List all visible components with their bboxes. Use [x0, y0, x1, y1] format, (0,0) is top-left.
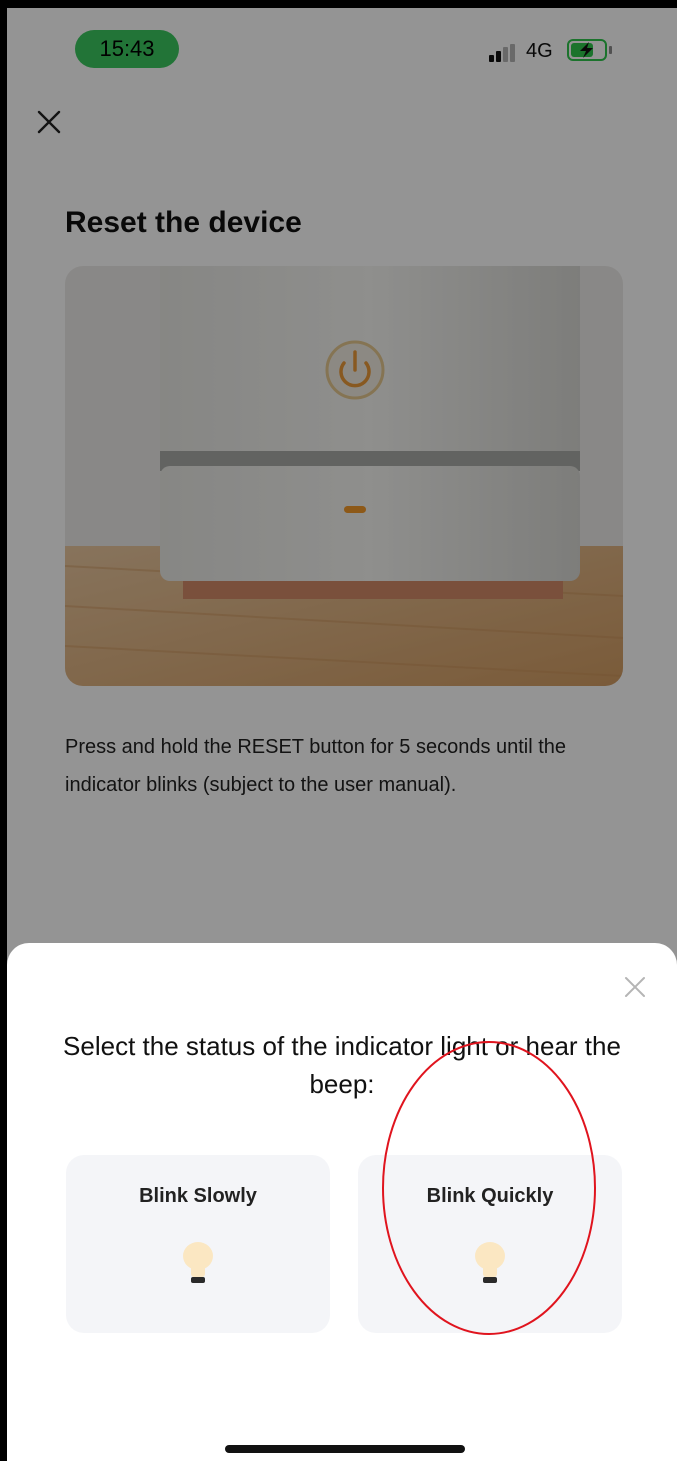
option-blink-slowly[interactable]: Blink Slowly [66, 1155, 330, 1333]
close-icon[interactable] [623, 975, 647, 999]
light-bulb-icon [183, 1242, 213, 1283]
home-indicator [225, 1445, 465, 1453]
option-label: Blink Slowly [139, 1185, 257, 1207]
highlight-circle [382, 1041, 596, 1335]
app-screen: 15:43 4G Reset the device Press and hold… [7, 8, 677, 1461]
